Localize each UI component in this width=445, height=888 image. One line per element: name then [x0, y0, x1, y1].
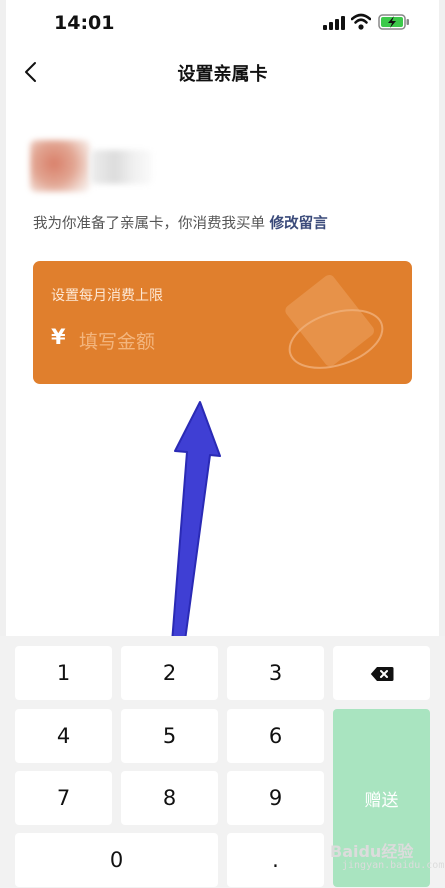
message-text: 我为你准备了亲属卡，你消费我买单: [33, 216, 265, 232]
battery-charging-icon: [378, 14, 409, 30]
page-title: 设置亲属卡: [177, 64, 268, 85]
key-1[interactable]: 1: [15, 646, 112, 700]
key-4[interactable]: 4: [15, 709, 112, 763]
key-5[interactable]: 5: [121, 709, 218, 763]
avatar: [30, 140, 90, 192]
monthly-limit-label: 设置每月消费上限: [51, 288, 163, 304]
recipient-name-redacted: [90, 150, 152, 184]
backspace-button[interactable]: [333, 646, 430, 700]
amount-input[interactable]: [79, 327, 319, 357]
key-decimal[interactable]: .: [227, 833, 324, 887]
key-9[interactable]: 9: [227, 771, 324, 825]
status-time: 14:01: [54, 12, 115, 34]
navigation-bar: 设置亲属卡: [0, 48, 445, 98]
card-message: 我为你准备了亲属卡，你消费我买单 修改留言: [33, 212, 328, 233]
key-3[interactable]: 3: [227, 646, 324, 700]
status-bar: 14:01: [0, 0, 445, 48]
baidu-watermark-url: jingyan.baidu.com: [342, 860, 445, 871]
key-6[interactable]: 6: [227, 709, 324, 763]
edit-message-link[interactable]: 修改留言: [270, 216, 328, 232]
backspace-icon: [370, 667, 393, 681]
key-2[interactable]: 2: [121, 646, 218, 700]
card-decoration-icon: [285, 275, 384, 369]
family-card: 设置每月消费上限 ¥: [33, 261, 412, 384]
wifi-icon: [351, 13, 371, 30]
key-7[interactable]: 7: [15, 771, 112, 825]
currency-symbol: ¥: [51, 325, 66, 349]
baidu-watermark: Baidu经验: [330, 842, 414, 861]
key-8[interactable]: 8: [121, 771, 218, 825]
cellular-signal-icon: [323, 16, 345, 30]
key-0[interactable]: 0: [15, 833, 218, 887]
